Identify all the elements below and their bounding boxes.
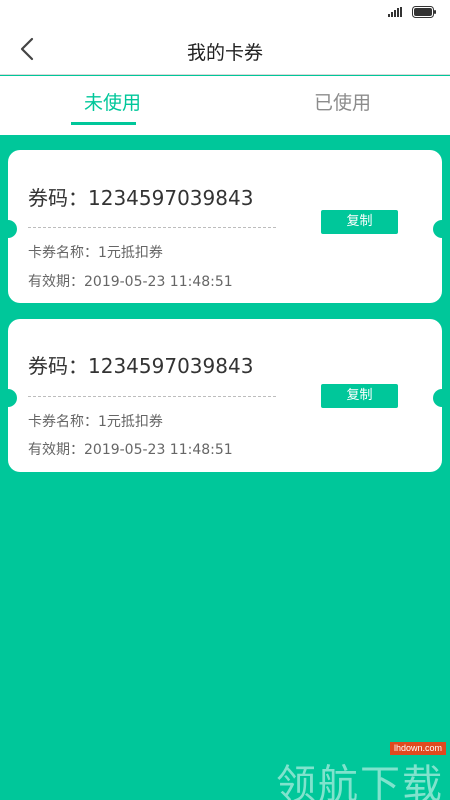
page-title: 我的卡券 [186,42,263,64]
battery-icon [412,6,436,18]
signal-icon [388,7,402,17]
watermark-text: 领航下载 [276,762,444,800]
coupon-card: 券码：1234597039843 卡券名称：1元抵扣券 有效期：2019-05-… [0,150,450,303]
coupon-code: 券码：1234597039843 [28,186,254,210]
coupon-card: 券码：1234597039843 卡券名称：1元抵扣券 有效期：2019-05-… [0,319,450,472]
coupon-expiry: 有效期：2019-05-23 11:48:51 [28,442,233,458]
coupon-code: 券码：1234597039843 [28,354,254,378]
tab-active-indicator [71,122,136,125]
card-notch-left [0,389,17,407]
chevron-left-icon [20,37,34,61]
coupon-expiry: 有效期：2019-05-23 11:48:51 [28,274,233,290]
tab-used[interactable]: 已使用 [230,76,450,135]
tab-unused[interactable]: 未使用 [0,76,225,135]
copy-button[interactable]: 复制 [321,384,398,408]
card-notch-right [433,220,450,238]
copy-button[interactable]: 复制 [321,210,398,234]
tab-bar: 未使用 已使用 [0,76,450,135]
coupon-name: 卡券名称：1元抵扣券 [28,414,163,430]
dashed-divider [28,227,276,228]
back-button[interactable] [10,32,44,66]
watermark: lhdown.com 领航下载 [270,740,450,800]
dashed-divider [28,396,276,397]
status-bar [0,0,450,24]
coupon-name: 卡券名称：1元抵扣券 [28,245,163,261]
card-notch-right [433,389,450,407]
nav-bar: 我的卡券 [0,24,450,75]
card-notch-left [0,220,17,238]
